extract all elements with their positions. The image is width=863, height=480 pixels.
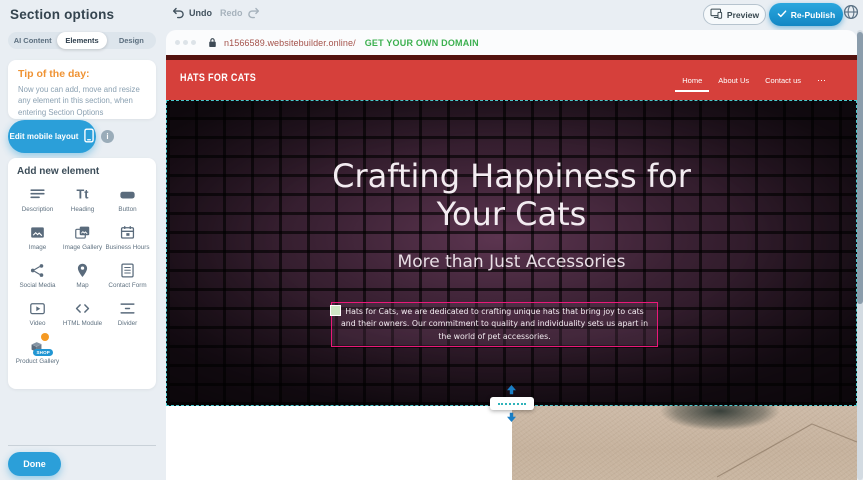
globe-icon[interactable] xyxy=(843,4,859,20)
hero-text-element[interactable]: Hats for Cats, we are dedicated to craft… xyxy=(331,302,658,347)
phone-icon xyxy=(84,128,94,145)
add-element-title: Add new element xyxy=(17,166,99,177)
site-url: n1566589.websitebuilder.online/ xyxy=(224,38,356,48)
element-html-module[interactable]: HTML Module xyxy=(60,297,105,335)
tab-ai-content[interactable]: AI Content xyxy=(8,32,57,49)
redo-button[interactable]: Redo xyxy=(220,7,260,19)
image-icon xyxy=(28,223,47,242)
hero-paragraph: Hats for Cats, we are dedicated to craft… xyxy=(340,306,649,343)
element-business-hours[interactable]: Business Hours xyxy=(105,221,150,259)
element-image[interactable]: Image xyxy=(15,221,60,259)
check-icon xyxy=(777,10,787,20)
new-badge-icon xyxy=(41,333,49,341)
element-label: Product Gallery xyxy=(16,358,59,366)
redo-label: Redo xyxy=(220,8,243,18)
element-divider[interactable]: Divider xyxy=(105,297,150,335)
element-description[interactable]: Description xyxy=(15,183,60,221)
element-label: Social Media xyxy=(19,282,55,290)
element-button[interactable]: Button xyxy=(105,183,150,221)
image-gallery-icon xyxy=(73,223,92,242)
contact-form-icon xyxy=(118,261,137,280)
nav-more[interactable]: ⋯ xyxy=(817,75,827,86)
tab-design[interactable]: Design xyxy=(107,32,156,49)
carpet-image xyxy=(512,406,857,480)
info-icon[interactable]: i xyxy=(101,130,114,143)
site-preview: n1566589.websitebuilder.online/ GET YOUR… xyxy=(166,30,863,480)
done-button[interactable]: Done xyxy=(8,452,61,476)
svg-text:Tt: Tt xyxy=(77,187,90,201)
republish-button[interactable]: Re-Publish xyxy=(769,3,843,26)
tip-body: Now you can add, move and resize any ele… xyxy=(18,84,144,118)
element-label: Video xyxy=(30,320,46,328)
preview-label: Preview xyxy=(727,10,759,20)
browser-dot xyxy=(175,40,180,45)
element-label: Map xyxy=(76,282,88,290)
element-product-gallery[interactable]: SHOP Product Gallery xyxy=(15,335,60,373)
undo-icon xyxy=(172,7,185,19)
browser-bar: n1566589.websitebuilder.online/ GET YOUR… xyxy=(166,30,857,55)
nav-about-us[interactable]: About Us xyxy=(718,76,749,85)
tab-elements[interactable]: Elements xyxy=(57,32,106,49)
hero-subheading[interactable]: More than Just Accessories xyxy=(167,252,856,272)
element-contact-form[interactable]: Contact Form xyxy=(105,259,150,297)
drag-handle[interactable] xyxy=(330,305,341,316)
hero-section[interactable]: Crafting Happiness for Your Cats More th… xyxy=(166,100,857,406)
element-label: Image xyxy=(29,244,47,252)
site-logo[interactable]: HATS FOR CATS xyxy=(180,72,256,84)
element-label: Divider xyxy=(118,320,138,328)
devices-icon xyxy=(710,8,723,21)
map-icon xyxy=(73,261,92,280)
app: Section options Undo Redo Preview Re-Pub… xyxy=(0,0,863,480)
republish-label: Re-Publish xyxy=(791,10,835,20)
element-label: Heading xyxy=(71,206,94,214)
element-grid: Description Tt Heading Button Image Imag… xyxy=(15,183,150,373)
undo-label: Undo xyxy=(189,8,212,18)
shop-badge: SHOP xyxy=(33,349,53,356)
tip-title: Tip of the day: xyxy=(18,68,90,80)
element-label: Description xyxy=(22,206,54,214)
html-module-icon xyxy=(73,299,92,318)
element-video[interactable]: Video xyxy=(15,297,60,335)
description-icon xyxy=(28,185,47,204)
element-label: Contact Form xyxy=(108,282,146,290)
undo-button[interactable]: Undo xyxy=(172,7,212,19)
element-social-media[interactable]: Social Media xyxy=(15,259,60,297)
browser-dot xyxy=(191,40,196,45)
nav-contact-us[interactable]: Contact us xyxy=(765,76,801,85)
edit-mobile-layout-button[interactable]: Edit mobile layout xyxy=(8,120,96,153)
element-label: Button xyxy=(118,206,136,214)
edit-mobile-label: Edit mobile layout xyxy=(10,132,79,141)
social-media-icon xyxy=(28,261,47,280)
scrollbar-thumb[interactable] xyxy=(857,32,863,304)
grip-dots-icon xyxy=(498,403,526,405)
product-gallery-icon: SHOP xyxy=(28,337,47,356)
business-hours-icon xyxy=(118,223,137,242)
element-map[interactable]: Map xyxy=(60,259,105,297)
divider-icon xyxy=(118,299,137,318)
site-nav: Home About Us Contact us ⋯ xyxy=(682,60,827,100)
site-header[interactable]: HATS FOR CATS Home About Us Contact us ⋯ xyxy=(166,55,857,100)
element-label: Image Gallery xyxy=(63,244,102,252)
element-image-gallery[interactable]: Image Gallery xyxy=(60,221,105,259)
nav-home[interactable]: Home xyxy=(682,76,702,85)
hero-heading[interactable]: Crafting Happiness for Your Cats xyxy=(302,157,722,234)
element-label: HTML Module xyxy=(63,320,102,328)
button-icon xyxy=(118,185,137,204)
heading-icon: Tt xyxy=(73,185,92,204)
sidebar-tabs: AI Content Elements Design xyxy=(8,32,156,49)
sidebar-divider xyxy=(8,445,156,446)
browser-dot xyxy=(183,40,188,45)
redo-icon xyxy=(247,7,260,19)
video-icon xyxy=(28,299,47,318)
preview-button[interactable]: Preview xyxy=(703,4,766,25)
page-title: Section options xyxy=(10,7,114,22)
get-domain-link[interactable]: GET YOUR OWN DOMAIN xyxy=(365,38,479,48)
lock-icon xyxy=(208,37,217,48)
section-resize-handle[interactable] xyxy=(490,397,534,410)
element-heading[interactable]: Tt Heading xyxy=(60,183,105,221)
element-label: Business Hours xyxy=(105,244,149,252)
